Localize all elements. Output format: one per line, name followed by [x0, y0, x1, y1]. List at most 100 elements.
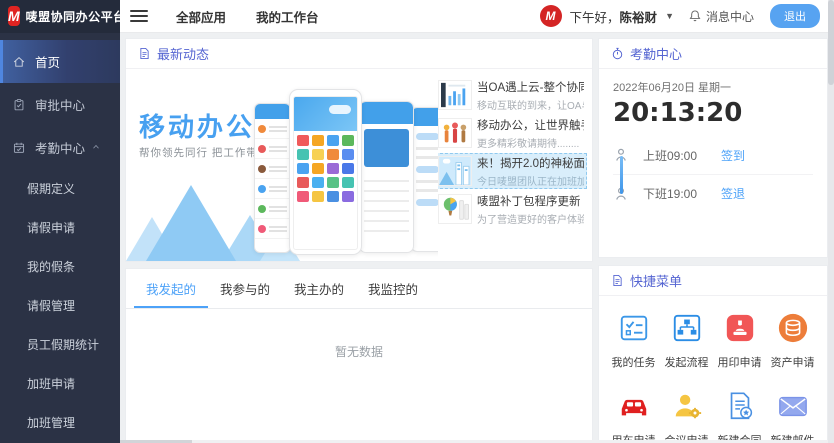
approval-icon — [12, 98, 26, 112]
document-icon — [138, 47, 151, 60]
quick-item-seal-request[interactable]: 用印申请 — [713, 310, 766, 370]
quick-item-meeting-request[interactable]: 会议申请 — [660, 388, 713, 443]
tab-participated-by-me[interactable]: 我参与的 — [208, 269, 282, 308]
quick-item-car-request[interactable]: 用车申请 — [607, 388, 660, 443]
attendance-panel-header: 考勤中心 — [599, 39, 827, 69]
sidebar-subitem-leave-management[interactable]: 请假管理 — [0, 286, 120, 325]
quick-item-new-contract[interactable]: 新建合同 — [713, 388, 766, 443]
news-title: 当OA遇上云-整个协同OA — [477, 79, 584, 95]
user-avatar[interactable]: M — [540, 5, 562, 27]
news-thumb-report — [438, 80, 472, 110]
news-item[interactable]: 当OA遇上云-整个协同OA 移动互联的到来，让OA与云 — [435, 77, 587, 113]
nav-all-apps[interactable]: 全部应用 — [176, 7, 226, 26]
quick-item-start-flow[interactable]: 发起流程 — [660, 310, 713, 370]
news-thumb-balloon — [438, 194, 472, 224]
tab-hosted-by-me[interactable]: 我主办的 — [282, 269, 356, 308]
phone-mockup-far — [411, 107, 438, 252]
news-subtitle: 为了营造更好的客户体验，唛 — [477, 211, 584, 226]
phone-mockup-main — [289, 89, 362, 255]
news-title: 来！揭开2.0的神秘面纱- — [477, 155, 584, 171]
sidebar-subitem-overtime-management[interactable]: 加班管理 — [0, 403, 120, 442]
phone-app-grid — [294, 131, 357, 206]
check-in-button[interactable]: 签到 — [721, 147, 745, 164]
tasks-tabs: 我发起的 我参与的 我主办的 我监控的 — [126, 269, 592, 309]
my-tasks-panel: 我发起的 我参与的 我主办的 我监控的 暂无数据 — [125, 268, 593, 443]
sidebar-item-label: 考勤中心 — [35, 138, 85, 157]
quick-item-new-mail[interactable]: 新建邮件 — [766, 388, 819, 443]
news-subtitle: 更多精彩敬请期待........ — [477, 135, 584, 150]
attendance-date: 2022年06月20日 星期一 — [613, 79, 813, 95]
quick-item-my-tasks[interactable]: 我的任务 — [607, 310, 660, 370]
check-in-row: 上班09:00 签到 — [613, 136, 813, 174]
quick-item-asset-request[interactable]: 资产申请 — [766, 310, 819, 370]
news-item[interactable]: 移动办公，让世界触手可更多精彩敬请期待........ — [435, 115, 587, 151]
news-item-highlighted[interactable]: 来！揭开2.0的神秘面纱-今日唛盟团队正在加班加点， — [435, 153, 587, 189]
chevron-down-icon[interactable]: ▼ — [665, 11, 674, 21]
news-panel-header: 最新动态 — [126, 39, 592, 69]
latest-news-panel: 最新动态 移动办公 帮你领先同行 把工作带出办公室 — [125, 38, 593, 262]
sidebar-subitem-holiday-definition[interactable]: 假期定义 — [0, 169, 120, 208]
attendance-panel: 考勤中心 2022年06月20日 星期一 20:13:20 上班09:00 签到… — [598, 38, 828, 258]
quick-menu-title: 快捷菜单 — [630, 271, 682, 290]
news-title: 唛盟补丁包程序更新 — [477, 193, 584, 209]
message-center[interactable]: 消息中心 — [688, 8, 754, 25]
empty-state-text: 暂无数据 — [126, 309, 592, 360]
mountain-shape — [146, 185, 236, 261]
sidebar-nav: 首页 审批中心 考勤中心 假期定义 请假申请 我的假条 请假管理 员工假期统计 … — [0, 33, 120, 443]
user-greeting[interactable]: 下午好，陈裕财 — [570, 7, 658, 26]
vertical-scrollbar-track — [828, 0, 834, 443]
news-subtitle: 移动互联的到来，让OA与云 — [477, 97, 584, 112]
hamburger-menu-icon[interactable] — [130, 7, 148, 25]
sidebar-subitem-overtime-request[interactable]: 加班申请 — [0, 364, 120, 403]
news-thumb-people — [438, 118, 472, 148]
meeting-icon — [671, 390, 703, 422]
bell-icon — [688, 9, 702, 23]
sidebar-item-home[interactable]: 首页 — [0, 40, 120, 83]
attendance-clock: 20:13:20 — [613, 98, 813, 128]
news-list: 当OA遇上云-整个协同OA 移动互联的到来，让OA与云 移动办公，让世界触手可更多… — [435, 77, 587, 229]
sidebar-subitem-my-leave-notes[interactable]: 我的假条 — [0, 247, 120, 286]
attendance-panel-title: 考勤中心 — [630, 44, 682, 63]
tab-initiated-by-me[interactable]: 我发起的 — [134, 269, 208, 308]
asset-icon — [777, 312, 809, 344]
news-item[interactable]: 唛盟补丁包程序更新为了营造更好的客户体验，唛 — [435, 191, 587, 227]
sidebar-item-approval-center[interactable]: 审批中心 — [0, 83, 120, 126]
quick-menu-panel: 快捷菜单 我的任务 发起流程 用印申请 资产申请 用车申请 — [598, 265, 828, 443]
quick-menu-header: 快捷菜单 — [599, 266, 827, 296]
logo-icon: M — [8, 6, 20, 26]
start-flow-icon — [671, 312, 703, 344]
sidebar-subitem-leave-request[interactable]: 请假申请 — [0, 208, 120, 247]
timeline-connector — [620, 156, 623, 194]
logout-button[interactable]: 退出 — [770, 4, 820, 28]
news-title: 移动办公，让世界触手可 — [477, 117, 584, 133]
news-panel-title: 最新动态 — [157, 44, 209, 63]
check-out-button[interactable]: 签退 — [721, 185, 745, 202]
attendance-body: 2022年06月20日 星期一 20:13:20 上班09:00 签到 下班19… — [599, 69, 827, 212]
mail-icon — [777, 390, 809, 422]
banner-headline: 移动办公 — [139, 107, 255, 144]
quick-menu-grid: 我的任务 发起流程 用印申请 资产申请 用车申请 会议申请 — [599, 296, 827, 443]
tasks-icon — [618, 312, 650, 344]
news-thumb-city — [438, 156, 472, 186]
sidebar-subitem-employee-holiday-stats[interactable]: 员工假期统计 — [0, 325, 120, 364]
tab-monitored-by-me[interactable]: 我监控的 — [356, 269, 430, 308]
vertical-scrollbar-thumb[interactable] — [828, 0, 834, 85]
app-title: 唛盟协同办公平台 — [26, 8, 126, 25]
oa-platform-page: M 唛盟协同办公平台 全部应用 我的工作台 M 下午好，陈裕财 ▼ 消息中心 退… — [0, 0, 834, 443]
chevron-up-icon — [91, 142, 101, 152]
check-in-label: 上班09:00 — [643, 147, 721, 164]
home-icon — [12, 55, 26, 69]
sidebar-item-label: 审批中心 — [35, 95, 85, 114]
promo-banner: 移动办公 帮你领先同行 把工作带出办公室 — [126, 69, 438, 261]
quick-item-label: 发起流程 — [665, 354, 709, 370]
quick-item-label: 资产申请 — [771, 354, 815, 370]
nav-my-workbench[interactable]: 我的工作台 — [256, 7, 319, 26]
sidebar-item-attendance-center[interactable]: 考勤中心 — [0, 126, 120, 169]
message-center-label: 消息中心 — [706, 8, 754, 25]
check-out-row: 下班19:00 签退 — [613, 174, 813, 212]
logo-area[interactable]: M 唛盟协同办公平台 — [0, 0, 120, 33]
seal-icon — [724, 312, 756, 344]
quick-item-label: 我的任务 — [612, 354, 656, 370]
sidebar-item-label: 首页 — [35, 52, 60, 71]
phone-contact-list — [255, 119, 290, 239]
